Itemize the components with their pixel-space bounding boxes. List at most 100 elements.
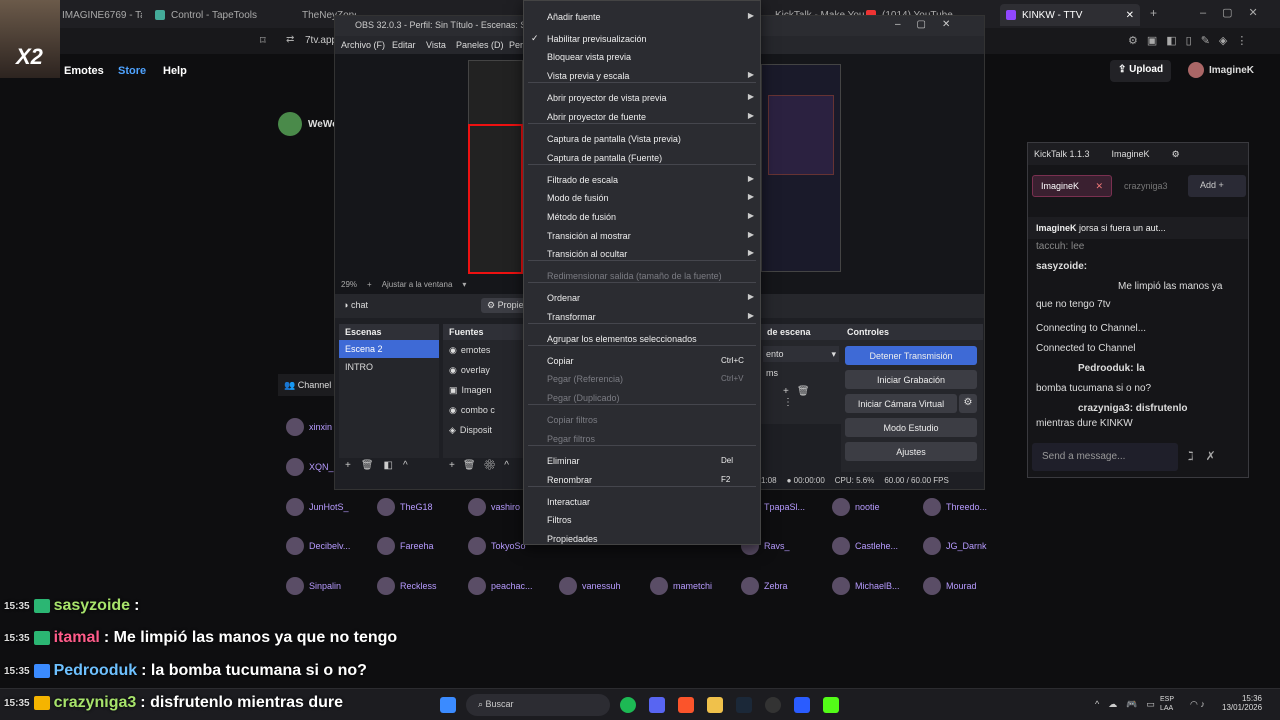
upload-button[interactable]: ⇪ Upload: [1110, 60, 1172, 82]
new-tab-icon[interactable]: +: [1150, 6, 1157, 20]
scene-item[interactable]: Escena 2: [339, 340, 439, 358]
viewer-item[interactable]: vashiro: [468, 498, 520, 516]
channel-tab[interactable]: 👥 Channel: [278, 374, 338, 396]
message-input[interactable]: Send a message...: [1032, 443, 1178, 471]
menu-archivo[interactable]: Archivo (F): [341, 40, 385, 50]
clock[interactable]: 15:36 13/01/2026: [1222, 694, 1262, 712]
scene-toolbar[interactable]: +🗑◧^: [339, 458, 439, 473]
gear-icon[interactable]: ⚙: [1172, 149, 1180, 159]
context-menu-item[interactable]: Interactuar: [524, 493, 760, 511]
viewer-item[interactable]: Mourad: [923, 577, 977, 595]
taskbar-search[interactable]: ⌕ Buscar: [466, 694, 610, 716]
transition-buttons[interactable]: +🗑⋮: [763, 384, 839, 410]
context-menu-item[interactable]: Ordenar ▶: [524, 289, 760, 307]
context-menu-item[interactable]: Copiar Ctrl+C: [524, 352, 760, 370]
add-channel-button[interactable]: Add +: [1188, 175, 1246, 197]
nav-store[interactable]: Store: [118, 65, 146, 77]
brave-icon[interactable]: [678, 697, 694, 713]
start-icon[interactable]: [440, 697, 456, 713]
viewer-item[interactable]: Reckless: [377, 577, 437, 595]
tab-channel-crazyniga3[interactable]: crazyniga3: [1124, 181, 1168, 191]
viewer-item[interactable]: vanessuh: [559, 577, 621, 595]
viewer-item[interactable]: TokyoSo: [468, 537, 526, 555]
menu-vista[interactable]: Vista: [426, 40, 446, 50]
obs-window-controls[interactable]: –▢✕: [895, 19, 966, 30]
bookmark-icon[interactable]: ⌑: [260, 34, 266, 47]
context-menu-item[interactable]: Modo de fusión ▶: [524, 189, 760, 207]
viewer-name: vashiro: [491, 502, 521, 512]
viewer-item[interactable]: JunHotS_: [286, 498, 349, 516]
context-menu-item[interactable]: Captura de pantalla (Vista previa): [524, 130, 760, 148]
viewer-item[interactable]: TheG18: [377, 498, 433, 516]
menu-editar[interactable]: Editar: [392, 40, 416, 50]
gear-icon[interactable]: ⚙: [959, 394, 977, 413]
context-menu-item[interactable]: Abrir proyector de vista previa ▶: [524, 89, 760, 107]
viewer-item[interactable]: Threedo...: [923, 498, 987, 516]
discord-icon[interactable]: [649, 697, 665, 713]
tab-channel-imaginek[interactable]: ImagineK ✕: [1032, 175, 1112, 197]
tab-imagine[interactable]: IMAGINE6769 - Tap: [62, 4, 142, 26]
context-menu-item[interactable]: Método de fusión ▶: [524, 208, 760, 226]
viewer-item[interactable]: Fareeha: [377, 537, 434, 555]
context-menu-item[interactable]: Propiedades: [524, 530, 760, 548]
steam-icon[interactable]: [736, 697, 752, 713]
extension-icons[interactable]: ⚙▣◧▯✎◈⋮: [1128, 34, 1256, 47]
start-recording-button[interactable]: Iniciar Grabación: [845, 370, 977, 389]
studio-mode-button[interactable]: Modo Estudio: [845, 418, 977, 437]
context-menu-item[interactable]: Filtrado de escala ▶: [524, 171, 760, 189]
context-menu-item[interactable]: Habilitar previsualización ✓: [524, 30, 760, 48]
source-item[interactable]: ◉ overlay: [443, 360, 523, 380]
source-item[interactable]: ▣ Imagen: [443, 380, 523, 400]
viewer-item[interactable]: Decibelv...: [286, 537, 350, 555]
viewer-item[interactable]: XQN_: [286, 458, 334, 476]
folder-icon[interactable]: [707, 697, 723, 713]
source-toolbar-buttons[interactable]: +🗑⚙^: [443, 458, 523, 473]
user-menu[interactable]: ImagineK: [1188, 62, 1254, 78]
viewer-item[interactable]: xinxin: [286, 418, 332, 436]
context-menu-item[interactable]: Filtros: [524, 511, 760, 529]
language-indicator[interactable]: ESP LAA: [1160, 695, 1174, 713]
menu-paneles[interactable]: Paneles (D): [456, 40, 504, 50]
chevron-right-icon: ▶: [747, 292, 754, 301]
emote-picker-icon[interactable]: ℷ✗: [1188, 449, 1228, 463]
context-menu-item[interactable]: Bloquear vista previa: [524, 48, 760, 66]
tray-icons[interactable]: ^☁🎮▭: [1095, 699, 1164, 710]
zoom-bar[interactable]: 29% + Ajustar a la ventana ▾: [341, 280, 466, 289]
kick-icon[interactable]: [823, 697, 839, 713]
source-item[interactable]: ◉ emotes: [443, 340, 523, 360]
context-menu-item[interactable]: Transición al mostrar ▶: [524, 227, 760, 245]
settings-button[interactable]: Ajustes: [845, 442, 977, 461]
nav-help[interactable]: Help: [163, 65, 187, 77]
transition-duration[interactable]: ms: [763, 362, 839, 384]
nav-emotes[interactable]: Emotes: [64, 65, 104, 77]
context-menu-item[interactable]: Añadir fuente ▶: [524, 8, 760, 26]
viewer-name: Ravs_: [764, 541, 790, 551]
tab-tapetools[interactable]: Control - TapeTools: [155, 4, 275, 26]
viewer-name: Zebra: [764, 581, 788, 591]
source-item[interactable]: ◉ combo c: [443, 400, 523, 420]
network-icon[interactable]: ◠ ♪: [1190, 699, 1205, 710]
viewer-item[interactable]: Sinpalin: [286, 577, 341, 595]
transition-select[interactable]: ento ▾: [763, 346, 839, 362]
close-icon[interactable]: ✕: [1126, 10, 1140, 21]
viewer-item[interactable]: peachac...: [468, 577, 533, 595]
selected-source-box[interactable]: [468, 124, 523, 274]
site-settings-icon[interactable]: ⇄: [286, 34, 294, 45]
viewer-item[interactable]: JG_Darnk: [923, 537, 987, 555]
scene-item[interactable]: INTRO: [339, 358, 439, 376]
viewer-item[interactable]: Zebra: [741, 577, 788, 595]
stop-stream-button[interactable]: Detener Transmisión: [845, 346, 977, 365]
viewer-item[interactable]: MichaelB...: [832, 577, 900, 595]
start-virtual-cam-button[interactable]: Iniciar Cámara Virtual: [845, 394, 957, 413]
obs-icon[interactable]: [765, 697, 781, 713]
viewer-item[interactable]: nootie: [832, 498, 880, 516]
window-controls[interactable]: –▢✕: [1200, 6, 1274, 19]
url-field[interactable]: 7tv.app: [305, 35, 337, 46]
app-icon[interactable]: [794, 697, 810, 713]
tab-kinkw[interactable]: KINKW - TTV ✕: [1000, 4, 1140, 26]
spotify-icon[interactable]: [620, 697, 636, 713]
viewer-item[interactable]: Castlehe...: [832, 537, 898, 555]
context-menu-item[interactable]: Eliminar Del: [524, 452, 760, 470]
source-item[interactable]: ◈ Disposit: [443, 420, 523, 440]
viewer-item[interactable]: mametchi: [650, 577, 712, 595]
